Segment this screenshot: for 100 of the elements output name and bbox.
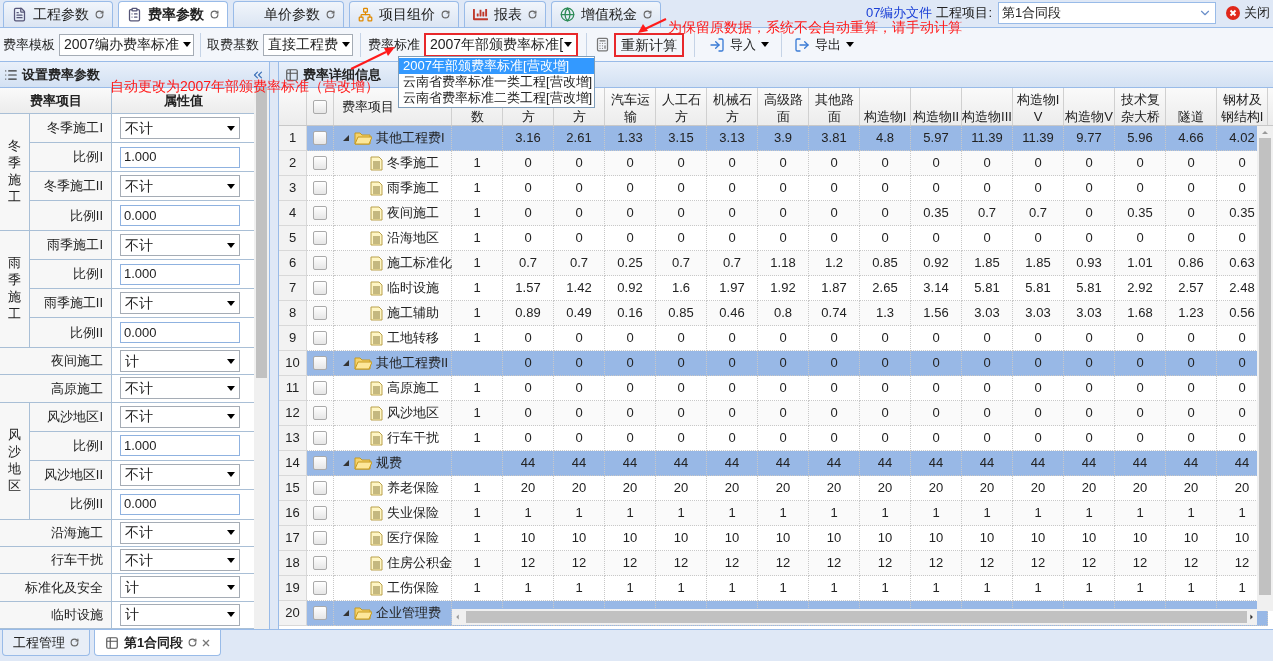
column-header[interactable]: 钢材及钢结构I [1217, 91, 1267, 125]
tab[interactable]: 工程参数 [3, 1, 113, 27]
column-header[interactable]: 构造物II [912, 108, 960, 125]
close-icon[interactable] [202, 638, 211, 647]
dropdown-field[interactable]: 直接工程费 [263, 33, 353, 56]
dropdown-field[interactable]: 不计 [120, 377, 240, 400]
dropdown-field[interactable]: 2007编办费率标准 [59, 33, 194, 56]
dropdown-field[interactable]: 计 [120, 603, 240, 626]
refresh-icon[interactable] [210, 10, 219, 19]
checkbox[interactable] [313, 506, 327, 520]
checkbox[interactable] [313, 99, 327, 114]
column-header[interactable]: 数 [470, 108, 484, 125]
export-button[interactable]: 导出 [790, 34, 858, 55]
checkbox[interactable] [313, 531, 327, 545]
input-field[interactable]: 1.000 [120, 263, 240, 285]
column-header[interactable]: 技术复杂大桥 [1115, 91, 1165, 125]
checkbox[interactable] [313, 331, 327, 345]
recalculate-button[interactable]: 重新计算 [614, 32, 684, 57]
checkbox[interactable] [313, 256, 327, 270]
scrollbar[interactable] [452, 609, 1257, 625]
column-header[interactable]: 构造物I [863, 108, 907, 125]
tree-item[interactable]: 规费 [376, 453, 402, 473]
refresh-icon[interactable] [528, 10, 537, 19]
checkbox[interactable] [313, 406, 327, 420]
input-field[interactable]: 1.000 [120, 435, 240, 457]
column-header[interactable]: 构造物V [1065, 108, 1113, 125]
tab[interactable]: 费率参数 [118, 1, 228, 27]
tree-item[interactable]: 工地转移 [387, 328, 439, 348]
checkbox[interactable] [313, 556, 327, 570]
expander-icon[interactable] [342, 359, 350, 367]
expander-icon[interactable] [342, 134, 350, 142]
tree-item[interactable]: 医疗保险 [387, 528, 439, 548]
tree-item[interactable]: 沿海地区 [387, 228, 439, 248]
dropdown-field[interactable]: 不计 [120, 549, 240, 572]
tab[interactable]: 第1合同段 [94, 630, 222, 656]
column-header[interactable]: 构造物IV [1013, 91, 1063, 125]
tab[interactable]: 工程管理 [2, 630, 90, 656]
column-header[interactable]: 机械石方 [707, 91, 757, 125]
tree-item[interactable]: 行车干扰 [387, 428, 439, 448]
scrollbar[interactable] [1257, 126, 1273, 611]
expander-icon[interactable] [342, 459, 350, 467]
column-header[interactable]: 汽车运输 [605, 91, 655, 125]
tree-item[interactable]: 养老保险 [387, 478, 439, 498]
input-field[interactable]: 1.000 [120, 146, 240, 168]
refresh-icon[interactable] [188, 638, 198, 647]
refresh-icon[interactable] [326, 10, 335, 19]
column-header[interactable]: 费率项目 [342, 98, 394, 115]
checkbox[interactable] [313, 131, 327, 145]
column-header[interactable]: 高级路面 [758, 91, 808, 125]
column-header[interactable]: 隧道 [1178, 108, 1204, 125]
tab[interactable]: 单价参数 [233, 1, 344, 27]
checkbox[interactable] [313, 281, 327, 295]
dropdown-option[interactable]: 云南省费率标准二类工程[营改增] [399, 90, 594, 106]
tab[interactable]: 报表 [464, 1, 546, 27]
checkbox[interactable] [313, 306, 327, 320]
standard-dropdown[interactable]: 2007年部颁费率标准[ [424, 32, 578, 57]
column-header[interactable]: 其他路面 [809, 91, 859, 125]
dropdown-field[interactable]: 不计 [120, 463, 240, 486]
dropdown-field[interactable]: 计 [120, 350, 240, 373]
checkbox[interactable] [313, 181, 327, 195]
dropdown-field[interactable]: 不计 [120, 521, 240, 544]
project-combobox[interactable]: 第1合同段 [998, 2, 1216, 24]
tree-item[interactable]: 雨季施工 [387, 178, 439, 198]
dropdown-field[interactable]: 计 [120, 576, 240, 599]
column-header[interactable]: 人工石方 [656, 91, 706, 125]
checkbox[interactable] [313, 606, 327, 620]
dropdown-field[interactable]: 不计 [120, 292, 240, 314]
checkbox[interactable] [313, 381, 327, 395]
checkbox[interactable] [313, 481, 327, 495]
checkbox[interactable] [313, 231, 327, 245]
table-cell: 0.92 [911, 251, 962, 276]
tree-item[interactable]: 工伤保险 [387, 578, 439, 598]
refresh-icon[interactable] [643, 10, 652, 19]
dropdown-field[interactable]: 不计 [120, 234, 240, 256]
column-header[interactable]: 方 [572, 108, 586, 125]
column-header[interactable]: 方 [521, 108, 535, 125]
tab[interactable]: 增值税金 [551, 1, 661, 27]
dropdown-option[interactable]: 云南省费率标准一类工程[营改增] [399, 74, 594, 90]
input-field[interactable]: 0.000 [120, 205, 240, 226]
import-button[interactable]: 导入 [705, 34, 773, 55]
expander-icon[interactable] [342, 609, 350, 617]
tree-item[interactable]: 高原施工 [387, 378, 439, 398]
refresh-icon[interactable] [441, 10, 450, 19]
checkbox[interactable] [313, 206, 327, 220]
checkbox[interactable] [313, 431, 327, 445]
column-header[interactable]: 构造物III [962, 108, 1012, 125]
checkbox[interactable] [313, 456, 327, 470]
tab[interactable]: 项目组价 [349, 1, 459, 27]
refresh-icon[interactable] [70, 638, 79, 647]
dropdown-field[interactable]: 不计 [120, 175, 240, 197]
dropdown-field[interactable]: 不计 [120, 117, 240, 139]
checkbox[interactable] [313, 156, 327, 170]
checkbox[interactable] [313, 356, 327, 370]
input-field[interactable]: 0.000 [120, 322, 240, 343]
input-field[interactable]: 0.000 [120, 493, 240, 515]
dropdown-field[interactable]: 不计 [120, 405, 240, 428]
refresh-icon[interactable] [95, 10, 104, 19]
close-button[interactable]: 关闭 [1226, 3, 1270, 23]
checkbox[interactable] [313, 581, 327, 595]
tree-item[interactable]: 临时设施 [387, 278, 439, 298]
